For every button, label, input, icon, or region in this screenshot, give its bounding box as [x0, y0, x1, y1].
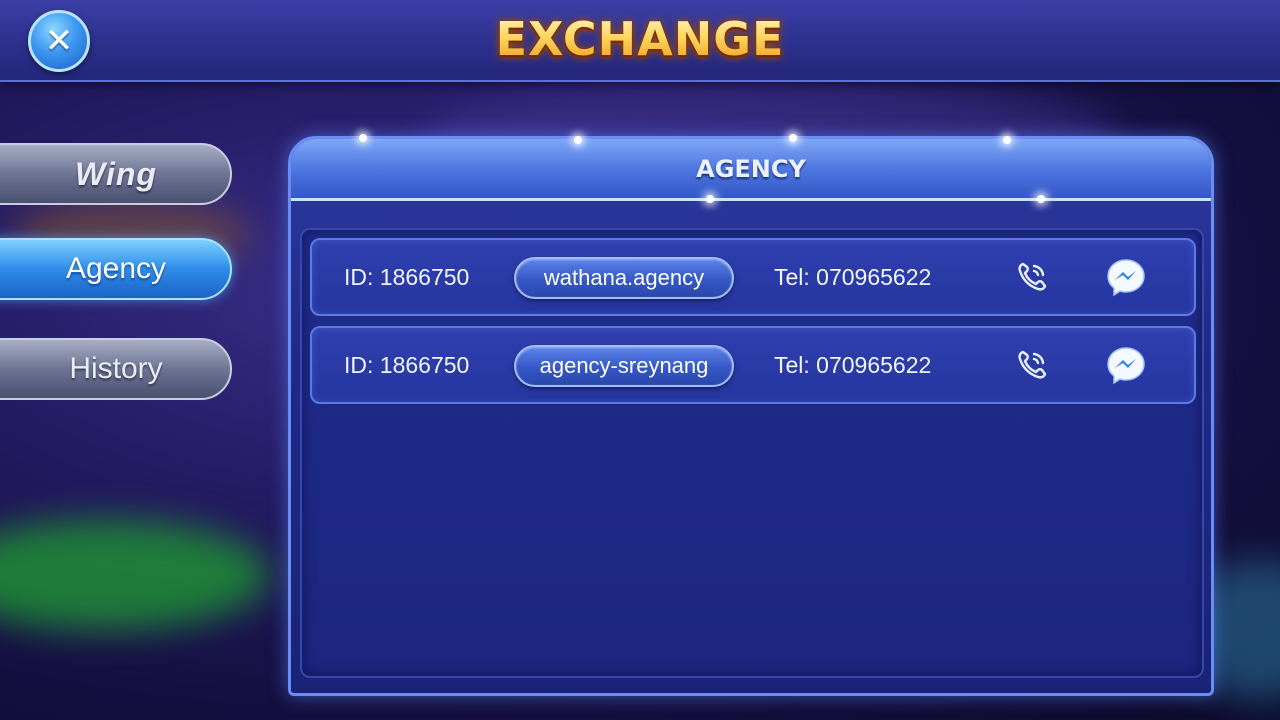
sparkle-decoration [574, 136, 582, 144]
phone-icon[interactable] [1010, 255, 1054, 299]
agency-list: ID: 1866750 wathana.agency Tel: 07096562… [300, 228, 1204, 678]
agency-tel: Tel: 070965622 [774, 264, 932, 290]
sparkle-decoration [706, 195, 714, 203]
agency-name-button[interactable]: agency-sreynang [514, 345, 734, 387]
messenger-icon[interactable] [1104, 343, 1148, 387]
agency-panel: AGENCY ID: 1866750 wathana.agency Tel: 0… [288, 136, 1214, 696]
sparkle-decoration [359, 134, 367, 142]
list-item: ID: 1866750 agency-sreynang Tel: 0709656… [310, 326, 1196, 404]
panel-title: AGENCY [696, 154, 806, 183]
sidebar-item-agency[interactable]: Agency [0, 238, 232, 300]
phone-icon[interactable] [1010, 343, 1054, 387]
sidebar-item-label: History [69, 352, 163, 385]
sidebar-item-label: Agency [65, 252, 167, 285]
panel-header: AGENCY [291, 139, 1211, 201]
agency-id: ID: 1866750 [344, 352, 470, 378]
top-bar: ✕ EXCHANGE [0, 0, 1280, 82]
sidebar-item-wing[interactable]: Wing [0, 143, 232, 205]
agency-name-button[interactable]: wathana.agency [514, 257, 734, 299]
agency-id: ID: 1866750 [344, 264, 470, 290]
page-title: EXCHANGE [0, 12, 1280, 66]
sidebar-item-history[interactable]: History [0, 338, 232, 400]
sparkle-decoration [1037, 195, 1045, 203]
agency-tel: Tel: 070965622 [774, 352, 932, 378]
sparkle-decoration [789, 134, 797, 142]
wing-logo: Wing [75, 155, 157, 192]
sparkle-decoration [1003, 136, 1011, 144]
list-item: ID: 1866750 wathana.agency Tel: 07096562… [310, 238, 1196, 316]
messenger-icon[interactable] [1104, 255, 1148, 299]
background-table [0, 520, 270, 630]
